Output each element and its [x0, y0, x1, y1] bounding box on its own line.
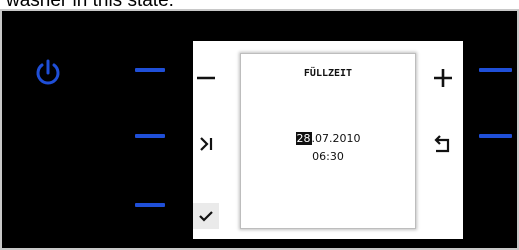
minus-button[interactable] [193, 65, 219, 91]
checkmark-icon [197, 207, 215, 225]
screen-title: FÜLLZEIT [303, 68, 353, 79]
back-return-icon [433, 134, 453, 154]
left-bottom-indicator[interactable] [135, 203, 165, 207]
left-middle-indicator[interactable] [135, 134, 165, 138]
skip-button[interactable] [193, 131, 219, 157]
time-display: 06:30 [312, 150, 344, 163]
lcd-screen: FÜLLZEIT 28.07.2010 06:30 [240, 53, 416, 229]
right-middle-indicator[interactable] [479, 134, 512, 138]
plus-icon [432, 67, 454, 89]
display-area: FÜLLZEIT 28.07.2010 06:30 [193, 41, 463, 239]
plus-button[interactable] [430, 65, 456, 91]
date-rest: .07.2010 [311, 132, 361, 145]
skip-next-icon [197, 135, 215, 153]
minus-icon [195, 67, 217, 89]
left-top-indicator[interactable] [135, 68, 165, 72]
confirm-button[interactable] [193, 203, 219, 229]
back-button[interactable] [430, 131, 456, 157]
power-icon[interactable] [32, 56, 64, 88]
right-top-indicator[interactable] [479, 68, 512, 72]
date-day-selected[interactable]: 28 [295, 132, 312, 145]
control-panel: FÜLLZEIT 28.07.2010 06:30 [0, 9, 519, 250]
date-display: 28.07.2010 [241, 132, 415, 145]
